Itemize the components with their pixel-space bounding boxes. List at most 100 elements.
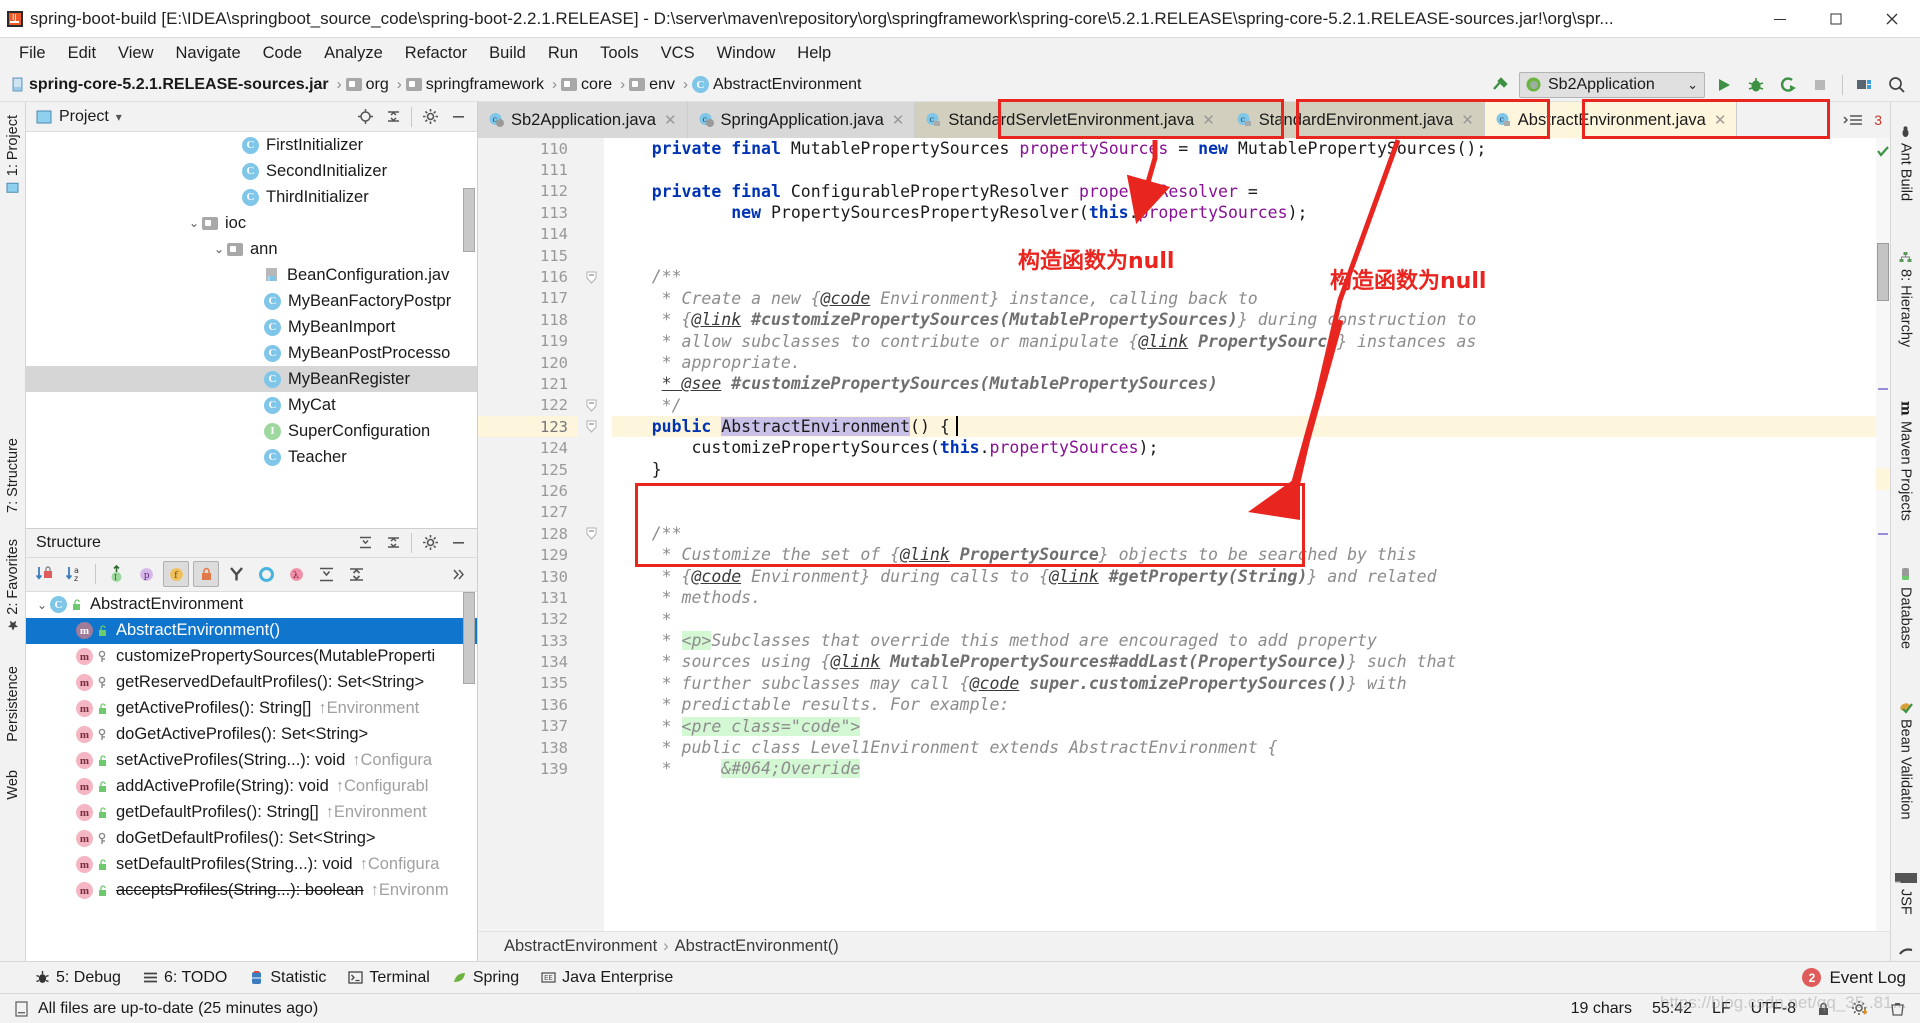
code-folding-gutter[interactable] — [578, 138, 604, 931]
menu-build[interactable]: Build — [478, 41, 537, 66]
status-caret-position[interactable]: 55:42 — [1652, 1000, 1692, 1018]
maximize-button[interactable] — [1808, 0, 1864, 38]
editor-tab-abstractenvironment[interactable]: c AbstractEnvironment.java ✕ — [1484, 102, 1738, 138]
fold-marker-icon[interactable] — [578, 523, 604, 544]
project-tree-item-mybeanpostprocesso[interactable]: C MyBeanPostProcesso — [26, 340, 477, 366]
rail-tab-bean-validation[interactable]: Bean Validation — [1895, 694, 1917, 827]
gear-download-icon[interactable] — [1851, 1000, 1869, 1017]
code-line[interactable]: */ — [612, 395, 1876, 416]
chevron-down-icon[interactable]: ⌄ — [34, 598, 50, 612]
stop-button[interactable] — [1807, 72, 1833, 98]
sort-alphabetically-icon[interactable]: az — [62, 561, 88, 587]
breadcrumb-class[interactable]: C AbstractEnvironment — [690, 75, 868, 95]
code-line[interactable]: private final MutablePropertySources pro… — [612, 138, 1876, 159]
project-tree-item-ann[interactable]: ⌄ ann — [26, 236, 477, 262]
project-panel-title[interactable]: Project ▾ — [36, 108, 122, 126]
project-tree-item-secondinitializer[interactable]: C SecondInitializer — [26, 158, 477, 184]
fold-marker-icon[interactable] — [578, 266, 604, 287]
menu-analyze[interactable]: Analyze — [313, 41, 394, 66]
rail-tab-maven-projects[interactable]: m Maven Projects — [1895, 394, 1917, 528]
tab-list-icon[interactable] — [1842, 107, 1868, 133]
structure-tree-item-setdefaultprofiles-string-void[interactable]: m setDefaultProfiles(String...): void ↑Con… — [26, 852, 477, 878]
project-tree-item-mybeanfactorypostpr[interactable]: C MyBeanFactoryPostpr — [26, 288, 477, 314]
debug-button[interactable] — [1743, 72, 1769, 98]
trash-icon[interactable] — [1889, 1000, 1906, 1017]
rail-tab-hierarchy[interactable]: 8: Hierarchy — [1895, 244, 1917, 354]
menu-tools[interactable]: Tools — [589, 41, 650, 66]
code-line[interactable] — [612, 245, 1876, 266]
structure-tree-item-abstractenvironment[interactable]: ⌄ C AbstractEnvironment — [26, 592, 477, 618]
show-fields-icon[interactable]: f — [163, 561, 189, 587]
gear-icon[interactable] — [417, 104, 443, 130]
chevron-down-icon[interactable]: ⌄ — [1687, 77, 1698, 93]
structure-tree-item-getreserveddefaultprofiles-set-string[interactable]: m getReservedDefaultProfiles(): Set<Strin… — [26, 670, 477, 696]
project-tree-item-beanconfiguration-jav[interactable]: J BeanConfiguration.jav — [26, 262, 477, 288]
project-tree-item-teacher[interactable]: C Teacher — [26, 444, 477, 470]
code-line[interactable]: * Create a new {@code Environment} insta… — [612, 288, 1876, 309]
rail-tab-project[interactable]: 1: Project — [2, 108, 24, 201]
run-configuration-selector[interactable]: Sb2Application ⌄ — [1519, 71, 1705, 98]
project-tree-item-mybeanregister[interactable]: C MyBeanRegister — [26, 366, 477, 392]
collapse-all-icon[interactable] — [380, 104, 406, 130]
structure-tree-item-dogetdefaultprofiles-set-string[interactable]: m doGetDefaultProfiles(): Set<String> — [26, 826, 477, 852]
rail-tab-favorites[interactable]: 2: Favorites — [2, 532, 24, 639]
chevron-down-icon[interactable]: ⌄ — [211, 242, 227, 256]
chevron-down-icon[interactable]: ▾ — [116, 110, 122, 124]
code-line[interactable]: /** — [612, 266, 1876, 287]
show-non-public-icon[interactable] — [193, 561, 219, 587]
rail-tab-jsf[interactable]: JSF JSF — [1892, 865, 1920, 922]
code-line[interactable]: new PropertySourcesPropertyResolver(this… — [612, 202, 1876, 223]
structure-tree-item-setactiveprofiles-string-void[interactable]: m setActiveProfiles(String...): void ↑Conf… — [26, 748, 477, 774]
show-lambdas-icon[interactable]: λ — [283, 561, 309, 587]
show-inherited-icon[interactable]: I — [103, 561, 129, 587]
menu-code[interactable]: Code — [252, 41, 313, 66]
run-button[interactable] — [1711, 72, 1737, 98]
structure-tree-item-abstractenvironment[interactable]: m AbstractEnvironment() — [26, 617, 477, 644]
project-tree-item-thirdinitializer[interactable]: C ThirdInitializer — [26, 184, 477, 210]
expand-all-icon[interactable] — [313, 561, 339, 587]
code-line[interactable]: * further subclasses may call {@code sup… — [612, 673, 1876, 694]
tool-window-todo[interactable]: 6: TODO — [134, 966, 236, 990]
lock-icon[interactable] — [1816, 1001, 1831, 1017]
rail-tab-database[interactable]: Database — [1895, 560, 1917, 656]
code-line[interactable]: * sources using {@link MutablePropertySo… — [612, 651, 1876, 672]
minimize-button[interactable] — [1752, 0, 1808, 38]
project-tree-item-firstinitializer[interactable]: C FirstInitializer — [26, 132, 477, 158]
code-line[interactable] — [612, 502, 1876, 523]
build-hammer-icon[interactable] — [1487, 72, 1513, 98]
hide-panel-icon[interactable] — [445, 104, 471, 130]
code-line[interactable]: * &#064;Override — [612, 758, 1876, 779]
code-line[interactable]: * <pre class="code"> — [612, 716, 1876, 737]
editor-tab-standardenvironment[interactable]: c StandardEnvironment.java ✕ — [1225, 102, 1485, 138]
editor-breadcrumb-class[interactable]: AbstractEnvironment — [504, 937, 657, 956]
close-icon[interactable]: ✕ — [1202, 111, 1215, 129]
structure-tree-item-getactiveprofiles-string[interactable]: m getActiveProfiles(): String[] ↑Environme… — [26, 696, 477, 722]
code-line[interactable] — [612, 480, 1876, 501]
code-line[interactable]: * — [612, 609, 1876, 630]
code-line[interactable]: * appropriate. — [612, 352, 1876, 373]
code-line[interactable]: * <p>Subclasses that override this metho… — [612, 630, 1876, 651]
menu-help[interactable]: Help — [786, 41, 842, 66]
code-line[interactable]: customizePropertySources(this.propertySo… — [612, 437, 1876, 458]
close-icon[interactable]: ✕ — [892, 111, 905, 129]
code-line[interactable]: * public class Level1Environment extends… — [612, 737, 1876, 758]
menu-view[interactable]: View — [107, 41, 164, 66]
menu-navigate[interactable]: Navigate — [165, 41, 252, 66]
close-icon[interactable]: ✕ — [664, 111, 677, 129]
tool-window-spring[interactable]: Spring — [443, 966, 528, 990]
run-with-coverage-button[interactable] — [1775, 72, 1801, 98]
sort-by-visibility-icon[interactable] — [32, 561, 58, 587]
fold-marker-icon[interactable] — [578, 416, 604, 437]
breadcrumb-springframework[interactable]: springframework — [404, 75, 550, 95]
close-icon[interactable]: ✕ — [1461, 111, 1474, 129]
editor-tab-standardservletenvironment[interactable]: c StandardServletEnvironment.java ✕ — [915, 102, 1226, 138]
project-tree-item-superconfiguration[interactable]: I SuperConfiguration — [26, 418, 477, 444]
project-structure-button[interactable] — [1852, 72, 1878, 98]
menu-edit[interactable]: Edit — [57, 41, 107, 66]
code-line[interactable]: private final ConfigurablePropertyResolv… — [612, 181, 1876, 202]
close-icon[interactable]: ✕ — [1714, 111, 1727, 129]
editor-tab-springapplication[interactable]: c SpringApplication.java ✕ — [687, 102, 916, 138]
code-line[interactable]: * @see #customizePropertySources(Mutable… — [612, 373, 1876, 394]
breadcrumb-env[interactable]: env — [627, 75, 681, 95]
menu-run[interactable]: Run — [537, 41, 589, 66]
